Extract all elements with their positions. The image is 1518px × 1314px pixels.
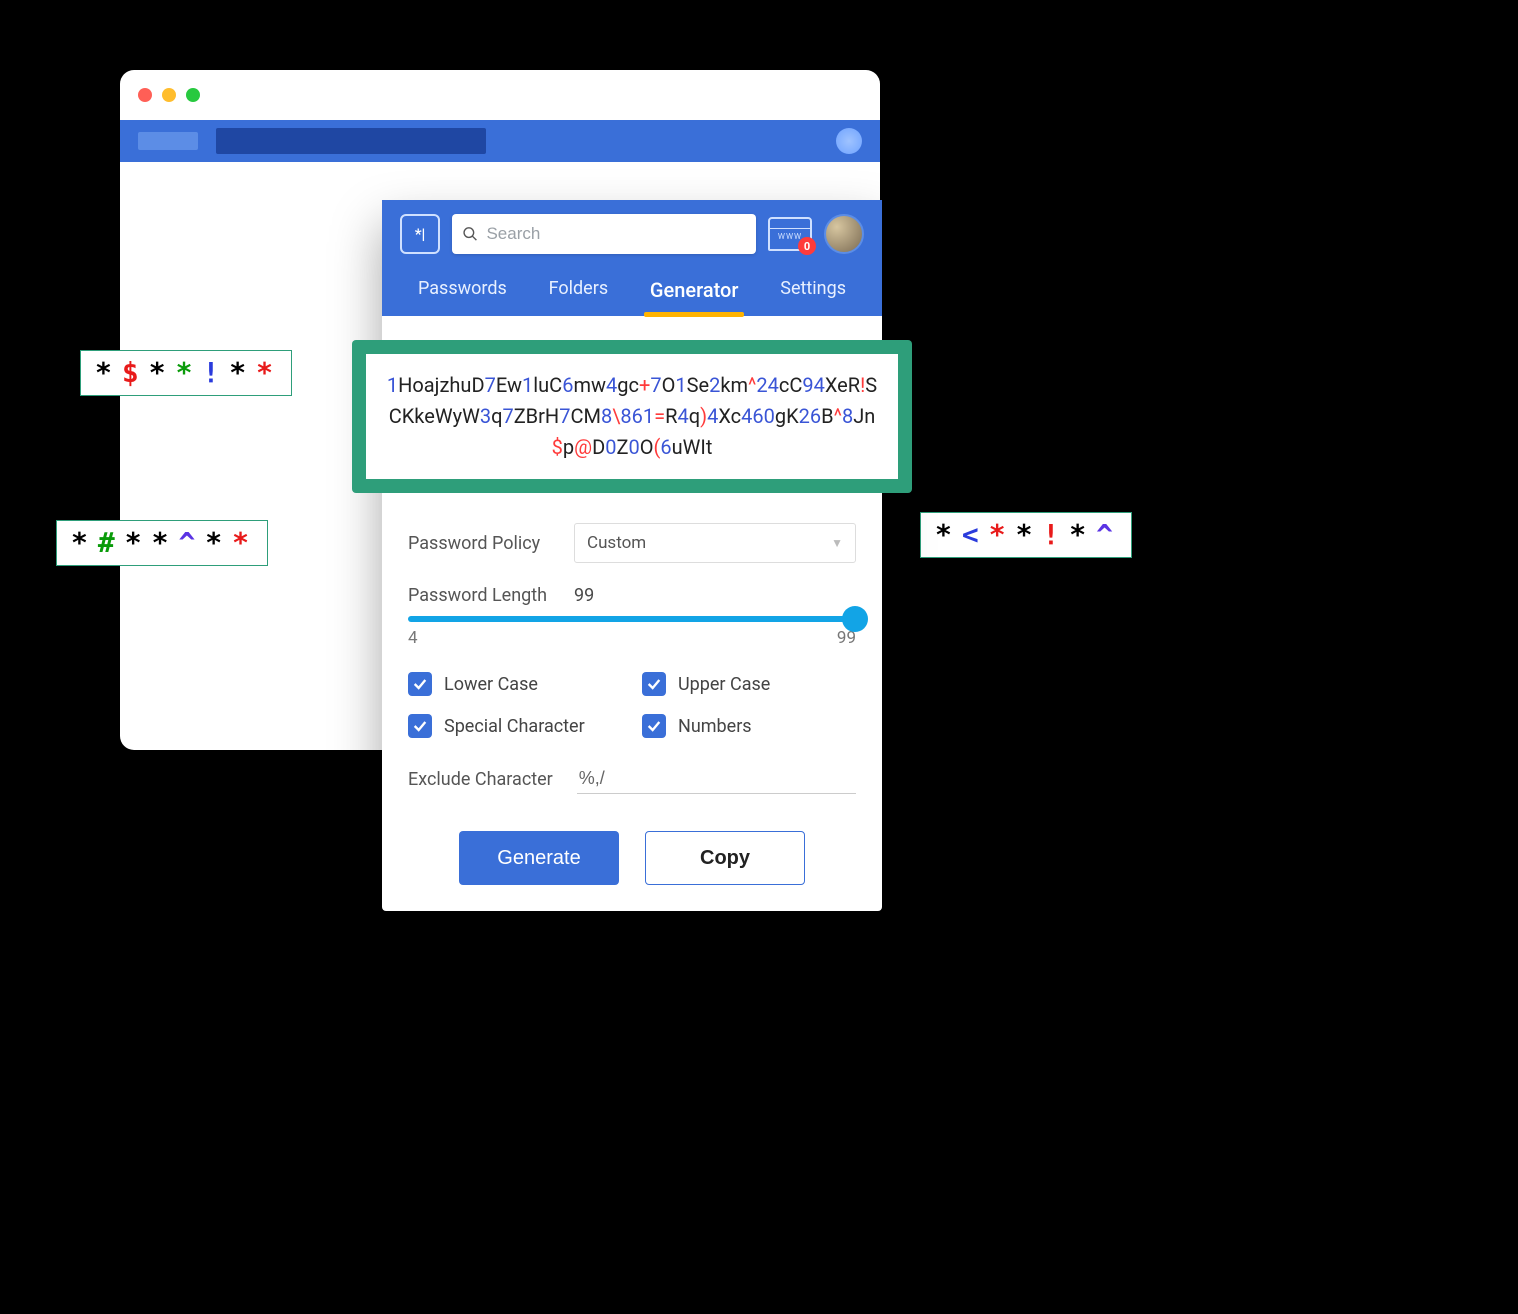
generated-password-text[interactable]: 1HoajzhuD7Ew1luC6mw4gc+7O1Se2km^24cC94Xe… bbox=[366, 354, 898, 479]
check-lowercase[interactable]: Lower Case bbox=[408, 672, 622, 696]
vault-logo-icon[interactable]: *| bbox=[400, 214, 440, 254]
checkbox-icon bbox=[408, 672, 432, 696]
length-label: Password Length bbox=[408, 585, 558, 606]
decoration-chip: *#**^** bbox=[56, 520, 268, 566]
check-label: Numbers bbox=[678, 716, 752, 737]
close-dot-icon[interactable] bbox=[138, 88, 152, 102]
check-label: Special Character bbox=[444, 716, 585, 737]
checkbox-icon bbox=[408, 714, 432, 738]
exclude-input[interactable] bbox=[577, 764, 856, 794]
decoration-chip: *<**!*^ bbox=[920, 512, 1132, 558]
check-numbers[interactable]: Numbers bbox=[642, 714, 856, 738]
password-generator-popup: *| WWW 0 Passwords Folders Generator Settin… bbox=[382, 200, 882, 911]
length-range: 4 99 bbox=[408, 628, 856, 648]
address-bar[interactable] bbox=[216, 128, 486, 154]
tab-passwords[interactable]: Passwords bbox=[412, 268, 513, 316]
popup-header: *| WWW 0 Passwords Folders Generator Settin… bbox=[382, 200, 882, 316]
chevron-down-icon: ▼ bbox=[831, 536, 843, 550]
policy-select[interactable]: Custom ▼ bbox=[574, 523, 856, 563]
policy-value: Custom bbox=[587, 533, 646, 553]
generated-password-panel: 1HoajzhuD7Ew1luC6mw4gc+7O1Se2km^24cC94Xe… bbox=[352, 340, 912, 493]
check-uppercase[interactable]: Upper Case bbox=[642, 672, 856, 696]
generate-button[interactable]: Generate bbox=[459, 831, 619, 885]
generator-form: Password Policy Custom ▼ Password Length… bbox=[382, 493, 882, 911]
policy-label: Password Policy bbox=[408, 533, 558, 554]
search-box[interactable] bbox=[452, 214, 756, 254]
length-min: 4 bbox=[408, 628, 418, 648]
tab-settings[interactable]: Settings bbox=[774, 268, 852, 316]
length-slider[interactable] bbox=[408, 616, 856, 622]
maximize-dot-icon[interactable] bbox=[186, 88, 200, 102]
minimize-dot-icon[interactable] bbox=[162, 88, 176, 102]
window-controls bbox=[120, 70, 880, 120]
search-input[interactable] bbox=[486, 224, 746, 244]
copy-button[interactable]: Copy bbox=[645, 831, 805, 885]
tab-generator[interactable]: Generator bbox=[644, 268, 745, 316]
length-value: 99 bbox=[574, 585, 594, 606]
tab-folders[interactable]: Folders bbox=[543, 268, 615, 316]
search-icon bbox=[462, 225, 478, 243]
browser-toolbar bbox=[120, 120, 880, 162]
slider-knob-icon[interactable] bbox=[842, 606, 868, 632]
profile-avatar-icon[interactable] bbox=[836, 128, 862, 154]
website-icon[interactable]: WWW 0 bbox=[768, 217, 812, 251]
user-avatar[interactable] bbox=[824, 214, 864, 254]
check-label: Upper Case bbox=[678, 674, 770, 695]
checkbox-icon bbox=[642, 672, 666, 696]
exclude-label: Exclude Character bbox=[408, 769, 553, 790]
check-label: Lower Case bbox=[444, 674, 538, 695]
nav-buttons-placeholder bbox=[138, 132, 198, 150]
tab-bar: Passwords Folders Generator Settings bbox=[400, 254, 864, 316]
check-special[interactable]: Special Character bbox=[408, 714, 622, 738]
decoration-chip: *$**!** bbox=[80, 350, 292, 396]
checkbox-icon bbox=[642, 714, 666, 738]
notification-badge: 0 bbox=[798, 237, 816, 255]
